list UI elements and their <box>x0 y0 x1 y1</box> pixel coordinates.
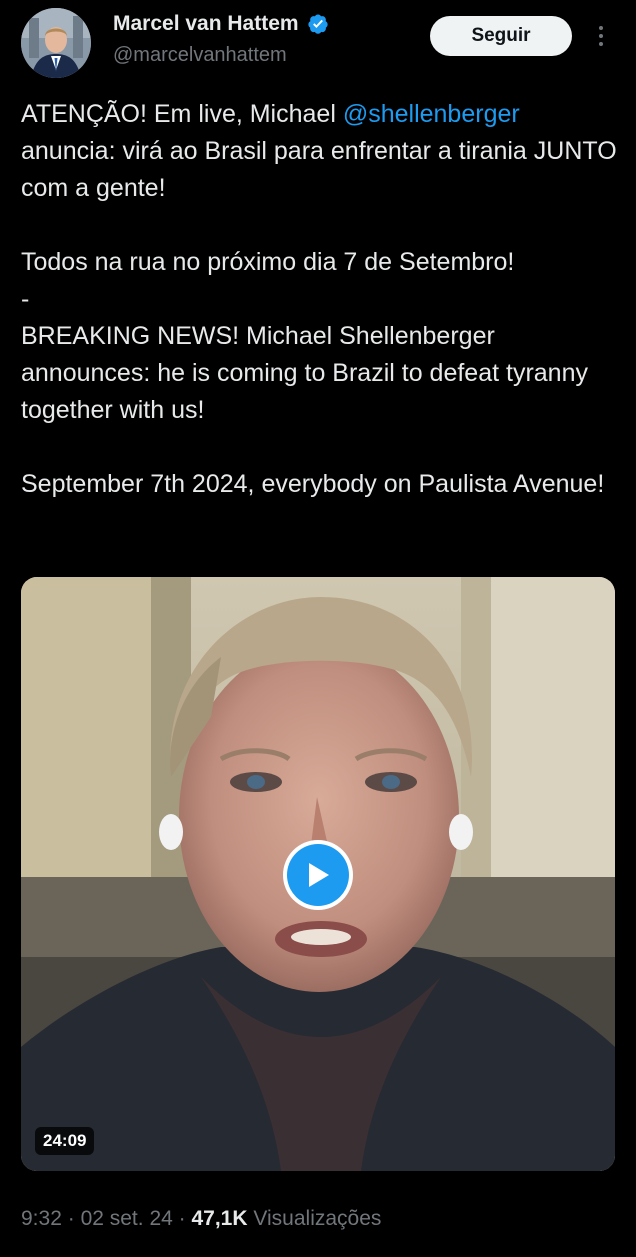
author-name-row: Marcel van Hattem <box>113 12 329 36</box>
post-header: Marcel van Hattem @marcelvanhattem Segui… <box>0 0 636 84</box>
play-button[interactable] <box>283 840 353 910</box>
post-text-part: ATENÇÃO! Em live, Michael <box>21 100 343 128</box>
post-paragraph-1: ATENÇÃO! Em live, Michael @shellenberger… <box>21 96 621 207</box>
more-vertical-icon[interactable] <box>590 20 612 52</box>
post-paragraph-3: BREAKING NEWS! Michael Shellenberger ann… <box>21 322 588 424</box>
views-label[interactable]: Visualizações <box>253 1207 381 1230</box>
views-count[interactable]: 47,1K <box>191 1207 247 1230</box>
post-text: ATENÇÃO! Em live, Michael @shellenberger… <box>21 96 621 503</box>
meta-separator: · <box>67 1207 75 1230</box>
post-paragraph-4: September 7th 2024, everybody on Paulist… <box>21 470 605 498</box>
mention-link[interactable]: @shellenberger <box>343 100 520 128</box>
video-duration-badge: 24:09 <box>35 1127 95 1155</box>
author-handle[interactable]: @marcelvanhattem <box>113 44 287 67</box>
post-paragraph-2: Todos na rua no próximo dia 7 de Setembr… <box>21 248 515 276</box>
play-icon-circle <box>287 844 349 906</box>
avatar-image <box>21 8 91 78</box>
post-text-part: anuncia: virá ao Brasil para enfrentar a… <box>21 137 617 202</box>
post-date[interactable]: 02 set. 24 <box>81 1207 173 1230</box>
post-time[interactable]: 9:32 <box>21 1207 62 1230</box>
meta-separator: · <box>178 1207 186 1230</box>
verified-badge-icon <box>307 14 328 34</box>
author-avatar[interactable] <box>21 8 91 78</box>
author-display-name[interactable]: Marcel van Hattem <box>113 12 299 36</box>
post-separator: - <box>21 285 30 313</box>
follow-button[interactable]: Seguir <box>430 16 572 56</box>
play-icon <box>309 863 329 887</box>
post-meta: 9:32 · 02 set. 24 · 47,1K Visualizações <box>21 1207 381 1231</box>
video-player[interactable]: 24:09 <box>21 577 615 1171</box>
